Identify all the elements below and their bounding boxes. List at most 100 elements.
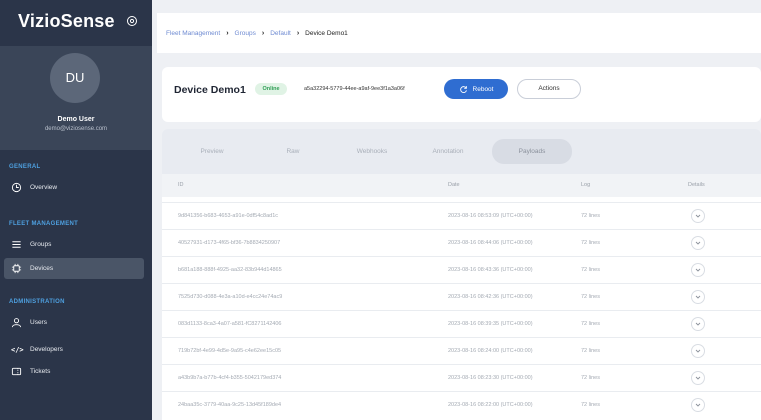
- table-row[interactable]: 9d841356-b683-4653-a91e-0df54c8ad1c 2023-…: [162, 202, 761, 229]
- payload-id[interactable]: 083d1133-8ca3-4a07-a581-fC8271142406: [178, 321, 281, 327]
- chevron-down-icon: [695, 322, 701, 326]
- refresh-icon: [459, 85, 467, 93]
- table-row[interactable]: 24baa35c-3779-40aa-9c25-13d45f189de4 2023…: [162, 391, 761, 418]
- sidebar-item-developers[interactable]: </> Developers: [4, 339, 144, 360]
- page-title: Device Demo1: [174, 84, 246, 96]
- table-row[interactable]: b681a188-888f-4925-aa32-83b944d14865 2023…: [162, 256, 761, 283]
- payloads-table: ID Date Log Details 9d841356-b683-4653-a…: [162, 174, 761, 420]
- sidebar-item-label: Tickets: [30, 368, 51, 375]
- device-uuid: a5a32294-5779-44ee-a9af-9ee3f1a3a06f: [304, 86, 405, 92]
- table-row[interactable]: 7525d730-d088-4e3a-a10d-e4cc24e74ac9 2023…: [162, 283, 761, 310]
- section-title-fleet: FLEET MANAGEMENT: [9, 221, 79, 227]
- chevron-down-icon: [695, 268, 701, 272]
- payload-id[interactable]: 9d841356-b683-4653-a91e-0df54c8ad1c: [178, 213, 278, 219]
- payload-date: 2023-08-16 08:39:35 (UTC+00:00): [448, 321, 533, 327]
- payload-id[interactable]: 719b72bf-4e99-4d5e-9a95-c4e62ee15c05: [178, 348, 281, 354]
- sidebar-item-devices[interactable]: Devices: [4, 258, 144, 279]
- payload-date: 2023-08-16 08:43:36 (UTC+00:00): [448, 267, 533, 273]
- section-title-general: GENERAL: [9, 164, 41, 170]
- brand-logo[interactable]: VizioSense: [18, 11, 115, 32]
- users-icon: [11, 317, 22, 328]
- status-badge: Online: [255, 83, 287, 95]
- chevron-right-icon: ›: [226, 30, 229, 37]
- details-button[interactable]: [691, 398, 705, 412]
- chevron-down-icon: [695, 376, 701, 380]
- actions-button[interactable]: Actions: [517, 79, 581, 99]
- column-header-date[interactable]: Date: [448, 182, 460, 188]
- ticket-icon: [11, 366, 22, 377]
- column-header-details[interactable]: Details: [688, 182, 705, 188]
- reboot-label: Reboot: [472, 85, 494, 93]
- payload-log: 72 lines: [581, 375, 600, 381]
- reboot-button[interactable]: Reboot: [444, 79, 508, 99]
- chevron-down-icon: [695, 241, 701, 245]
- list-icon: [11, 239, 22, 250]
- payload-log: 72 lines: [581, 348, 600, 354]
- details-button[interactable]: [691, 236, 705, 250]
- column-header-id[interactable]: ID: [178, 182, 184, 188]
- details-button[interactable]: [691, 317, 705, 331]
- tabs-bar: Preview Raw Webhooks Annotation Payloads: [162, 129, 761, 174]
- sidebar-item-groups[interactable]: Groups: [4, 234, 144, 255]
- payload-id[interactable]: b681a188-888f-4925-aa32-83b944d14865: [178, 267, 282, 273]
- clock-icon: [11, 182, 22, 193]
- payload-date: 2023-08-16 08:44:06 (UTC+00:00): [448, 240, 533, 246]
- table-row[interactable]: 40527931-d173-4f65-bf36-7b8834250907 2023…: [162, 229, 761, 256]
- payload-date: 2023-08-16 08:53:09 (UTC+00:00): [448, 213, 533, 219]
- details-button[interactable]: [691, 371, 705, 385]
- chip-icon: [11, 263, 22, 274]
- details-button[interactable]: [691, 263, 705, 277]
- payload-id[interactable]: 24baa35c-3779-40aa-9c25-13d45f189de4: [178, 402, 281, 408]
- breadcrumb-current: Device Demo1: [305, 30, 348, 37]
- tab-webhooks[interactable]: Webhooks: [342, 139, 402, 164]
- details-button[interactable]: [691, 344, 705, 358]
- code-icon: </>: [11, 345, 24, 354]
- payload-date: 2023-08-16 08:22:00 (UTC+00:00): [448, 402, 533, 408]
- breadcrumb-link-default[interactable]: Default: [270, 30, 291, 37]
- gear-icon[interactable]: [126, 14, 138, 26]
- sidebar-item-label: Devices: [30, 265, 54, 272]
- avatar[interactable]: DU: [50, 53, 100, 103]
- payload-log: 72 lines: [581, 294, 600, 300]
- payload-id[interactable]: 40527931-d173-4f65-bf36-7b8834250907: [178, 240, 280, 246]
- details-button[interactable]: [691, 209, 705, 223]
- table-row[interactable]: a43b9b7a-b77b-4cf4-b355-5042179ed374 2023…: [162, 364, 761, 391]
- chevron-down-icon: [695, 349, 701, 353]
- sidebar-item-label: Groups: [30, 241, 52, 248]
- payload-date: 2023-08-16 08:24:00 (UTC+00:00): [448, 348, 533, 354]
- sidebar-item-tickets[interactable]: Tickets: [4, 361, 144, 382]
- payload-id[interactable]: a43b9b7a-b77b-4cf4-b355-5042179ed374: [178, 375, 281, 381]
- chevron-down-icon: [695, 403, 701, 407]
- chevron-down-icon: [695, 295, 701, 299]
- breadcrumb: Fleet Management › Groups › Default › De…: [166, 30, 348, 37]
- chevron-right-icon: ›: [296, 30, 300, 37]
- payload-log: 72 lines: [581, 240, 600, 246]
- tab-annotation[interactable]: Annotation: [418, 139, 478, 164]
- payload-id[interactable]: 7525d730-d088-4e3a-a10d-e4cc24e74ac9: [178, 294, 282, 300]
- payload-date: 2023-08-16 08:23:30 (UTC+00:00): [448, 375, 533, 381]
- sidebar-item-overview[interactable]: Overview: [4, 177, 144, 198]
- sidebar-item-label: Overview: [30, 184, 58, 191]
- chevron-right-icon: ›: [261, 30, 265, 37]
- user-name: Demo User: [57, 116, 95, 123]
- tab-preview[interactable]: Preview: [184, 139, 240, 164]
- section-title-admin: ADMINISTRATION: [9, 299, 65, 305]
- table-row[interactable]: 719b72bf-4e99-4d5e-9a95-c4e62ee15c05 2023…: [162, 337, 761, 364]
- chevron-down-icon: [695, 214, 701, 218]
- details-button[interactable]: [691, 290, 705, 304]
- table-row[interactable]: 083d1133-8ca3-4a07-a581-fC8271142406 2023…: [162, 310, 761, 337]
- breadcrumb-link-fleet[interactable]: Fleet Management: [166, 30, 220, 37]
- sidebar-item-label: Developers: [30, 346, 63, 353]
- payload-date: 2023-08-16 08:42:36 (UTC+00:00): [448, 294, 533, 300]
- tab-raw[interactable]: Raw: [265, 139, 321, 164]
- payload-log: 72 lines: [581, 321, 600, 327]
- user-email: demo@viziosense.com: [44, 126, 108, 132]
- device-header: Device Demo1 Online a5a32294-5779-44ee-a…: [162, 67, 761, 122]
- breadcrumb-link-groups[interactable]: Groups: [235, 30, 256, 37]
- table-header: ID Date Log Details: [162, 174, 761, 197]
- tab-payloads[interactable]: Payloads: [492, 139, 572, 164]
- payload-log: 72 lines: [581, 267, 600, 273]
- payload-log: 72 lines: [581, 402, 600, 408]
- sidebar-item-users[interactable]: Users: [4, 312, 144, 333]
- column-header-log[interactable]: Log: [581, 182, 590, 188]
